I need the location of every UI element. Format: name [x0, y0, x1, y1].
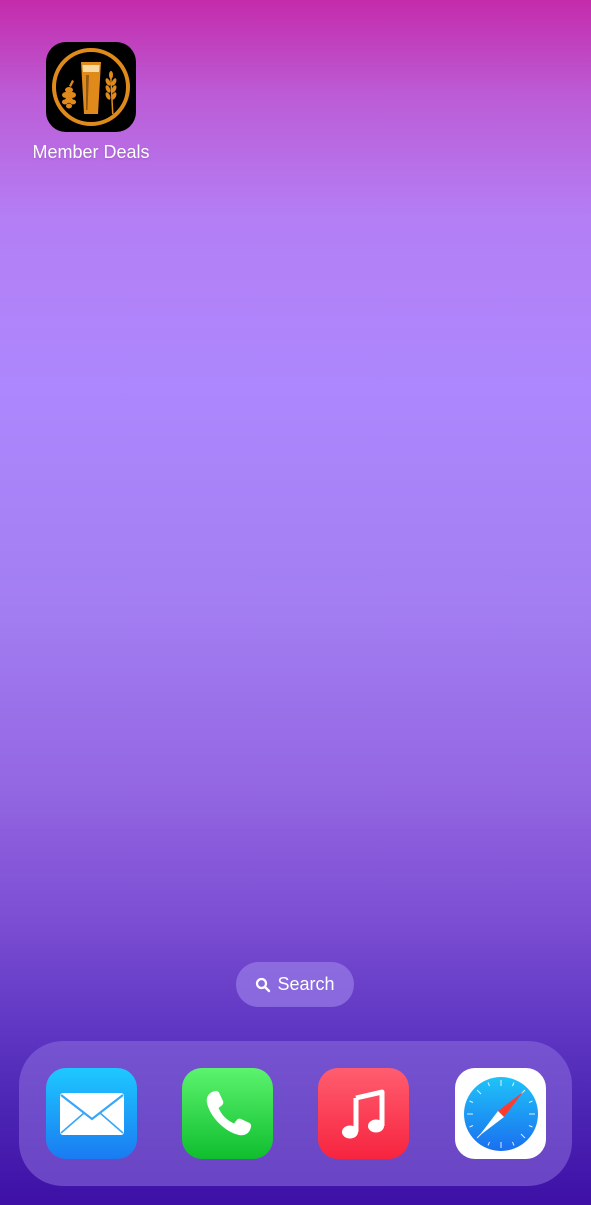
music-note-icon — [341, 1089, 384, 1138]
beer-glass-hops-wheat-icon — [52, 48, 130, 126]
dock-app-music[interactable] — [318, 1068, 409, 1159]
magnifying-glass-icon — [256, 977, 271, 992]
app-member-deals[interactable]: Member Deals — [20, 42, 162, 162]
member-deals-app-icon[interactable] — [46, 42, 136, 132]
compass-icon — [463, 1076, 538, 1151]
home-screen: Member Deals Search — [0, 0, 591, 1205]
search-label: Search — [277, 974, 335, 994]
dock-app-phone[interactable] — [182, 1068, 273, 1159]
dock-app-mail[interactable] — [46, 1068, 137, 1159]
dock-app-safari[interactable] — [455, 1068, 546, 1159]
phone-icon — [206, 1090, 251, 1135]
mail-icon — [59, 1092, 124, 1135]
app-label: Member Deals — [32, 142, 150, 162]
search-button[interactable]: Search — [236, 962, 354, 1007]
